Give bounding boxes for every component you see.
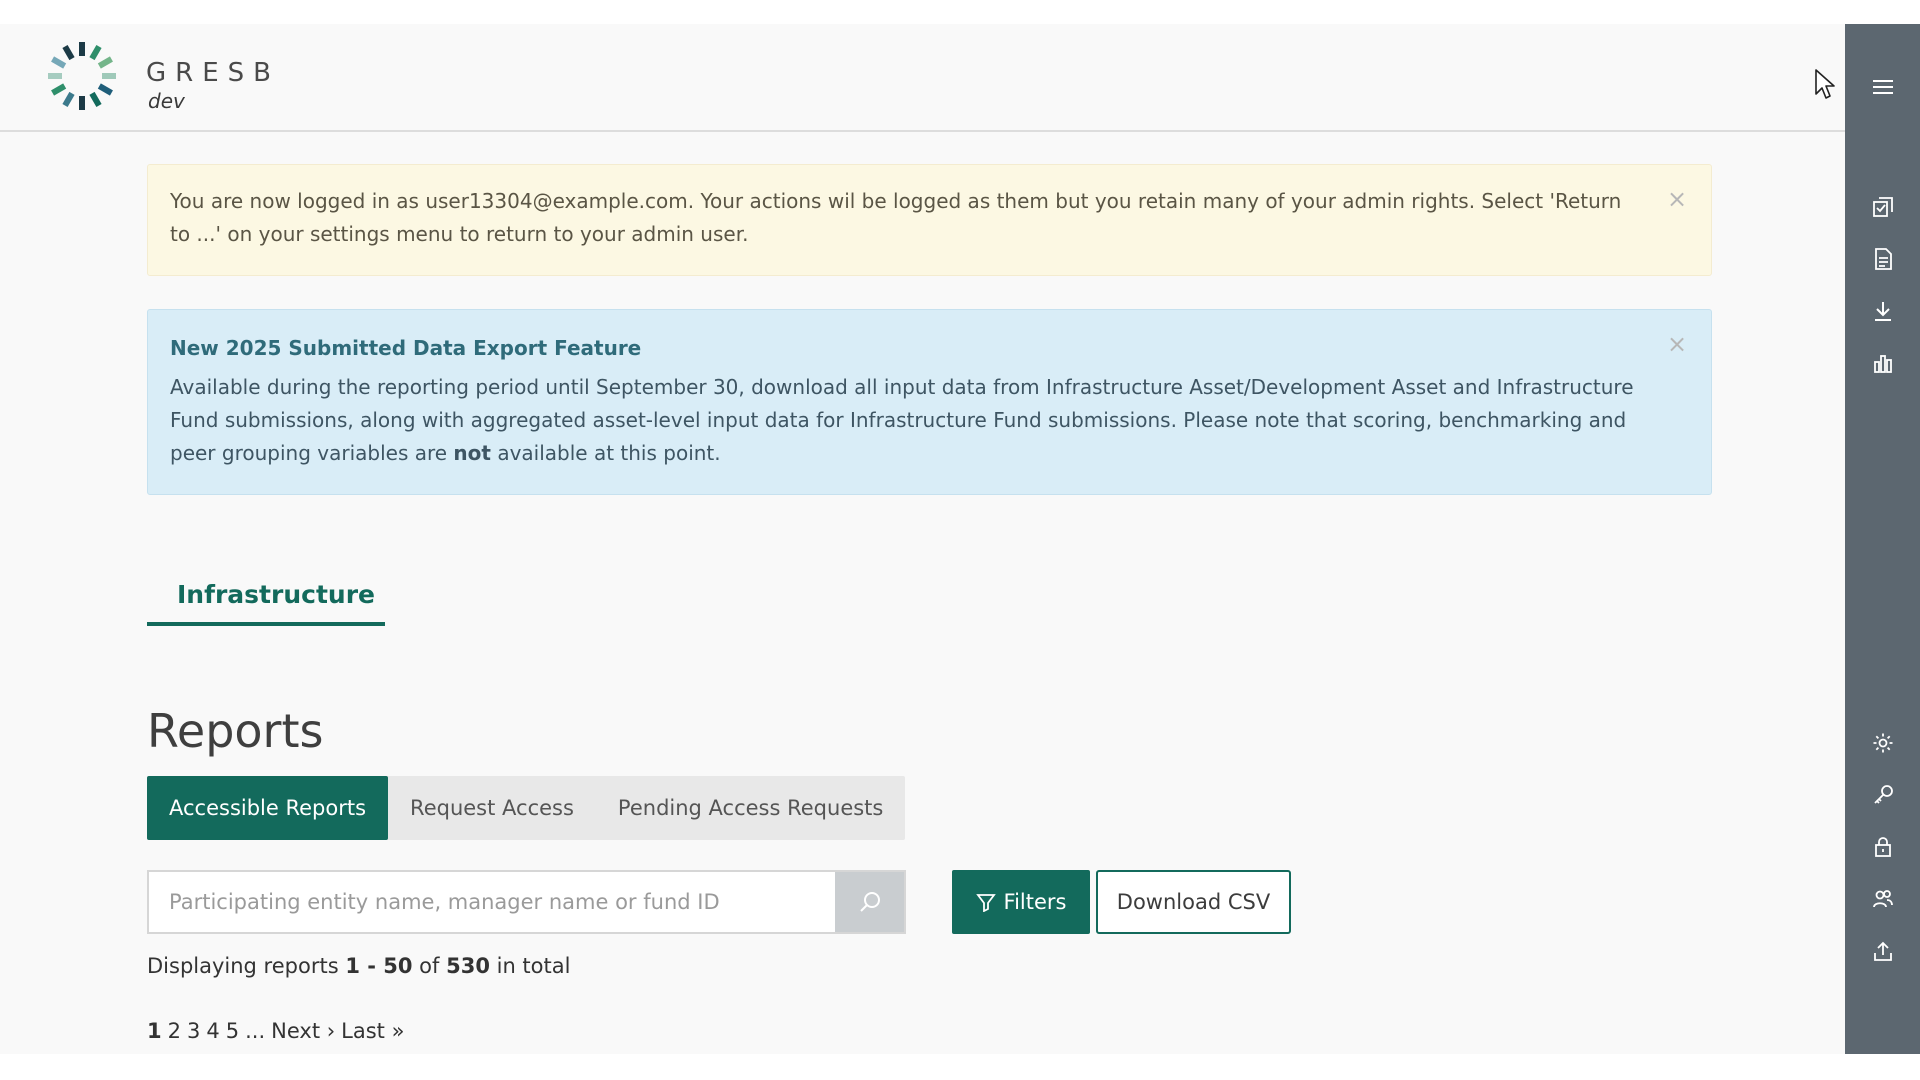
menu-icon[interactable]	[1870, 74, 1896, 100]
feature-alert-text-end: available at this point.	[490, 441, 721, 465]
filters-button[interactable]: Filters	[952, 870, 1090, 934]
key-icon[interactable]	[1870, 782, 1896, 808]
page-link[interactable]: 3	[187, 1019, 200, 1043]
feature-alert: New 2025 Submitted Data Export Feature A…	[147, 309, 1712, 495]
document-icon[interactable]	[1870, 246, 1896, 272]
download-csv-button[interactable]: Download CSV	[1096, 870, 1291, 934]
search-input[interactable]	[149, 872, 837, 932]
results-summary-of: of	[412, 954, 447, 978]
upload-icon[interactable]	[1870, 938, 1896, 964]
search-box	[147, 870, 906, 934]
lock-icon[interactable]	[1870, 834, 1896, 860]
gear-icon[interactable]	[1870, 730, 1896, 756]
filters-button-label: Filters	[1003, 890, 1067, 914]
bar-chart-icon[interactable]	[1870, 350, 1896, 376]
page-link-current: 1	[147, 1019, 162, 1043]
pagination: 1 2 3 4 5 ... Next › Last »	[147, 1019, 404, 1043]
tab-accessible-reports[interactable]: Accessible Reports	[147, 776, 389, 840]
page-link[interactable]: 4	[206, 1019, 219, 1043]
feature-alert-body: Available during the reporting period un…	[170, 371, 1641, 470]
page-link[interactable]: 5	[226, 1019, 239, 1043]
mouse-cursor-icon	[1815, 69, 1835, 99]
right-sidebar	[1845, 24, 1920, 1054]
download-icon[interactable]	[1870, 298, 1896, 324]
feature-alert-emphasis: not	[453, 441, 491, 465]
search-icon	[859, 892, 880, 912]
feature-alert-title: New 2025 Submitted Data Export Feature	[170, 336, 642, 360]
close-icon[interactable]: ×	[1667, 187, 1687, 211]
results-summary-prefix: Displaying reports	[147, 954, 346, 978]
last-page-link[interactable]: Last »	[341, 1019, 404, 1043]
feature-alert-text: Available during the reporting period un…	[170, 375, 1634, 465]
brand-name: GRESB	[146, 58, 280, 88]
tab-infrastructure[interactable]: Infrastructure	[147, 580, 385, 626]
tab-pending-access-requests[interactable]: Pending Access Requests	[596, 776, 905, 840]
page-link[interactable]: 2	[168, 1019, 181, 1043]
close-icon[interactable]: ×	[1667, 332, 1687, 356]
report-tabs: Accessible Reports Request Access Pendin…	[147, 776, 906, 840]
results-summary: Displaying reports 1 - 50 of 530 in tota…	[147, 954, 570, 978]
top-header: GRESB dev	[0, 24, 1845, 132]
checklist-icon[interactable]	[1870, 194, 1896, 220]
users-icon[interactable]	[1870, 886, 1896, 912]
filter-icon	[975, 894, 996, 912]
tab-request-access[interactable]: Request Access	[388, 776, 596, 840]
impersonation-alert-text: You are now logged in as user13304@examp…	[170, 189, 1622, 246]
environment-label: dev	[148, 89, 185, 113]
pagination-ellipsis: ...	[245, 1019, 266, 1043]
results-total: 530	[446, 954, 490, 978]
impersonation-alert: You are now logged in as user13304@examp…	[147, 164, 1712, 276]
search-button[interactable]	[835, 872, 904, 932]
gresb-logo-icon	[48, 42, 116, 110]
results-summary-suffix: in total	[489, 954, 571, 978]
results-range: 1 - 50	[345, 954, 413, 978]
tab-infrastructure-label: Infrastructure	[177, 580, 375, 609]
next-page-link[interactable]: Next ›	[271, 1019, 335, 1043]
app-root: GRESB dev You are now logged in as user1…	[0, 24, 1920, 1054]
page-title: Reports	[147, 704, 324, 758]
